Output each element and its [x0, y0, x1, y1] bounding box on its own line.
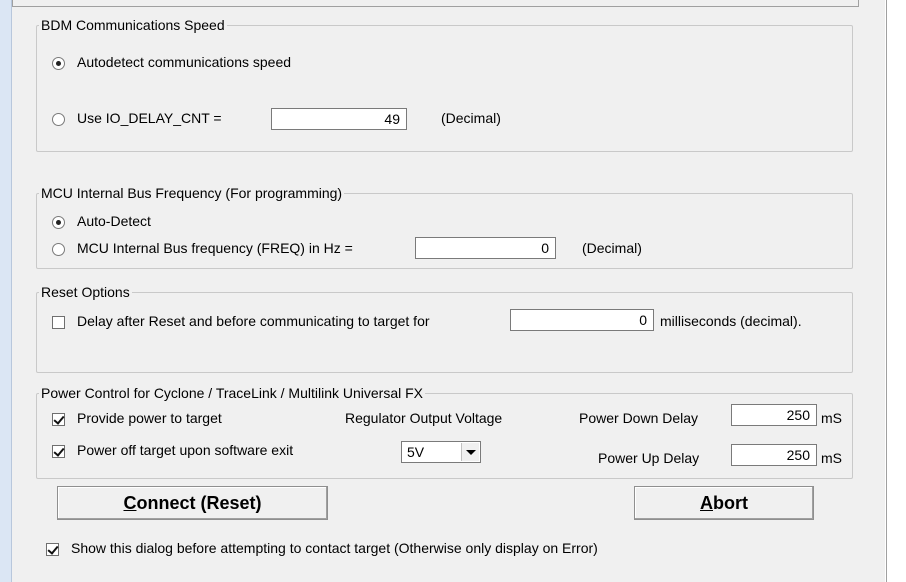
window-left-border: [0, 0, 12, 582]
reset-delay-label: Delay after Reset and before communicati…: [77, 313, 430, 329]
power-up-delay-input[interactable]: 250: [731, 444, 817, 466]
power-off-exit-label: Power off target upon software exit: [77, 442, 294, 458]
reset-delay-unit: milliseconds (decimal).: [660, 313, 802, 329]
auto-detect-label: Auto-Detect: [77, 213, 151, 229]
freq-radio[interactable]: [52, 243, 65, 256]
power-down-delay-label: Power Down Delay: [579, 410, 699, 426]
io-delay-unit: (Decimal): [441, 110, 501, 126]
power-up-delay-label: Power Up Delay: [598, 450, 700, 466]
io-delay-radio[interactable]: [52, 113, 65, 126]
autodetect-speed-radio[interactable]: [52, 57, 65, 70]
reset-delay-checkbox[interactable]: [52, 316, 65, 329]
power-control-legend: Power Control for Cyclone / TraceLink / …: [41, 385, 424, 401]
power-up-unit: mS: [821, 450, 842, 466]
bdm-speed-legend: BDM Communications Speed: [41, 17, 225, 33]
chevron-down-icon[interactable]: [461, 443, 479, 461]
regulator-voltage-label: Regulator Output Voltage: [345, 410, 503, 426]
io-delay-label: Use IO_DELAY_CNT =: [77, 110, 222, 126]
power-down-unit: mS: [821, 410, 842, 426]
power-down-delay-input[interactable]: 250: [731, 404, 817, 426]
io-delay-input[interactable]: 49: [271, 108, 407, 130]
voltage-select-value: 5V: [407, 444, 425, 460]
mcu-frequency-legend: MCU Internal Bus Frequency (For programm…: [41, 185, 343, 201]
reset-delay-input[interactable]: 0: [510, 309, 654, 331]
connect-reset-button[interactable]: Connect (Reset): [57, 486, 328, 520]
auto-detect-radio[interactable]: [52, 216, 65, 229]
show-dialog-checkbox[interactable]: [46, 543, 59, 556]
window-right-edge: [886, 0, 906, 582]
freq-label: MCU Internal Bus frequency (FREQ) in Hz …: [77, 240, 353, 256]
show-dialog-label: Show this dialog before attempting to co…: [71, 540, 598, 556]
bdm-speed-group: BDM Communications Speed: [36, 17, 853, 152]
top-group-edge: [12, 0, 859, 7]
abort-button[interactable]: Abort: [634, 486, 814, 520]
freq-input[interactable]: 0: [415, 237, 556, 259]
voltage-select[interactable]: 5V: [401, 441, 481, 463]
provide-power-label: Provide power to target: [77, 410, 222, 426]
autodetect-speed-label: Autodetect communications speed: [77, 54, 292, 70]
reset-options-legend: Reset Options: [41, 284, 130, 300]
power-off-exit-checkbox[interactable]: [52, 445, 65, 458]
freq-unit: (Decimal): [582, 240, 642, 256]
provide-power-checkbox[interactable]: [52, 413, 65, 426]
